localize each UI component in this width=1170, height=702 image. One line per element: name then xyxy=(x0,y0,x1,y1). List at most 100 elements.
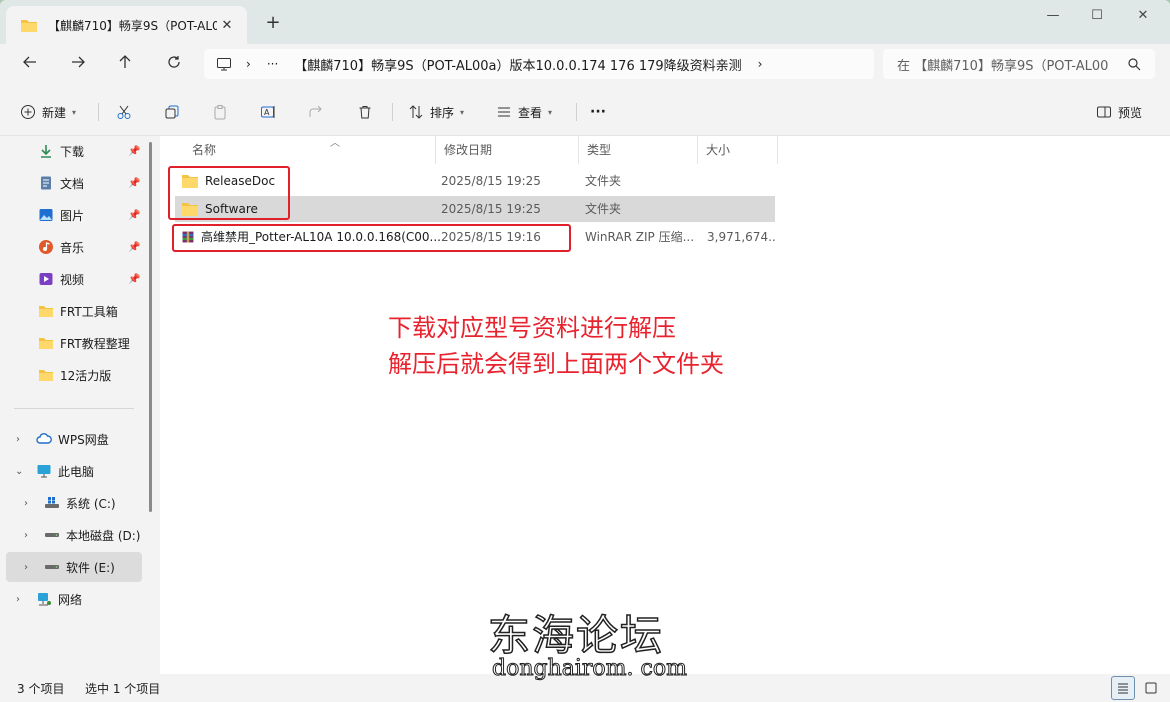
download-icon xyxy=(41,145,51,158)
share-button[interactable] xyxy=(308,99,324,125)
search-box[interactable]: 在 【麒麟710】畅享9S（POT-AL00 xyxy=(883,49,1155,79)
sidebar-item-music[interactable]: 音乐 📌 xyxy=(0,232,142,262)
file-list: 名称 ︿ 修改日期 类型 大小 ReleaseDoc 2025/8/15 19:… xyxy=(160,136,1170,674)
folder-icon xyxy=(39,306,53,317)
file-date: 2025/8/15 19:25 xyxy=(441,174,541,188)
sidebar-item-label: FRT工具箱 xyxy=(60,304,118,319)
scissors-icon xyxy=(117,105,131,119)
sidebar-item-pictures[interactable]: 图片 📌 xyxy=(0,200,142,230)
column-header-date[interactable]: 修改日期 xyxy=(436,136,579,164)
breadcrumb-chevron-icon[interactable]: › xyxy=(758,57,763,71)
copy-button[interactable] xyxy=(164,99,180,125)
sidebar-item-frt-tutorials[interactable]: FRT教程整理 xyxy=(0,328,142,358)
cut-button[interactable] xyxy=(116,99,132,125)
annotation-text-line1: 下载对应型号资料进行解压 xyxy=(388,314,676,342)
address-bar[interactable]: › ··· 【麒麟710】畅享9S（POT-AL00a）版本10.0.0.174… xyxy=(204,49,874,79)
document-icon xyxy=(41,176,51,190)
sort-button-label: 排序 xyxy=(430,105,455,120)
pin-icon: 📌 xyxy=(128,273,141,285)
sidebar-item-drive-e[interactable]: › 软件 (E:) xyxy=(6,552,142,582)
forward-button[interactable] xyxy=(63,52,93,78)
share-icon xyxy=(309,105,322,117)
close-button[interactable]: ✕ xyxy=(1120,4,1166,28)
tab-current-folder[interactable]: 【麒麟710】畅享9S（POT-AL0 ✕ xyxy=(6,6,247,44)
column-header-name[interactable]: 名称 ︿ xyxy=(184,136,436,164)
annotation-box-folders xyxy=(168,166,290,220)
drive-icon xyxy=(45,565,59,569)
drive-icon xyxy=(45,533,59,537)
column-header-size[interactable]: 大小 xyxy=(698,136,778,164)
file-size xyxy=(707,168,777,194)
selection-count: 选中 1 个项目 xyxy=(85,682,161,696)
sidebar-item-label: 软件 (E:) xyxy=(66,560,115,575)
chevron-right-icon[interactable]: › xyxy=(16,594,20,605)
sidebar-item-frt-toolbox[interactable]: FRT工具箱 xyxy=(0,296,142,326)
chevron-right-icon[interactable]: › xyxy=(24,530,28,541)
sidebar-item-12-vitality[interactable]: 12活力版 xyxy=(0,360,142,390)
pin-icon: 📌 xyxy=(128,241,141,253)
chevron-down-icon: ▾ xyxy=(72,107,77,117)
paste-icon xyxy=(214,105,226,120)
tiles-view-button[interactable] xyxy=(1139,676,1163,700)
more-options-button[interactable]: ··· xyxy=(590,99,606,125)
computer-icon xyxy=(37,465,51,478)
delete-button[interactable] xyxy=(357,99,373,125)
view-button[interactable]: 查看 ▾ xyxy=(496,99,552,125)
chevron-down-icon[interactable]: ⌄ xyxy=(15,466,23,477)
sort-ascending-icon: ︿ xyxy=(330,138,340,149)
sidebar-item-this-pc[interactable]: ⌄ 此电脑 xyxy=(0,456,142,486)
up-button[interactable] xyxy=(110,52,140,78)
pin-icon: 📌 xyxy=(128,145,141,157)
breadcrumb-overflow[interactable]: ··· xyxy=(267,57,278,71)
windows-drive-icon xyxy=(45,497,59,508)
folder-icon xyxy=(21,19,37,32)
details-view-icon xyxy=(1118,683,1128,694)
new-tab-button[interactable]: + xyxy=(262,12,284,34)
back-button[interactable] xyxy=(15,52,45,78)
refresh-button[interactable] xyxy=(159,52,189,78)
sidebar-item-label: 音乐 xyxy=(60,240,85,255)
folder-icon xyxy=(39,370,53,381)
pin-icon: 📌 xyxy=(128,209,141,221)
refresh-icon xyxy=(168,56,180,68)
column-header-type[interactable]: 类型 xyxy=(579,136,698,164)
sidebar-item-label: FRT教程整理 xyxy=(60,336,130,351)
computer-icon xyxy=(217,58,231,71)
column-header-label: 名称 xyxy=(192,143,217,157)
sidebar-item-videos[interactable]: 视频 📌 xyxy=(0,264,142,294)
breadcrumb-current-folder[interactable]: 【麒麟710】畅享9S（POT-AL00a）版本10.0.0.174 176 1… xyxy=(294,55,741,74)
preview-pane-button[interactable]: 预览 xyxy=(1096,99,1142,125)
chevron-right-icon[interactable]: › xyxy=(24,498,28,509)
sidebar-item-documents[interactable]: 文档 📌 xyxy=(0,168,142,198)
cloud-icon xyxy=(36,433,52,444)
sidebar-item-network[interactable]: › 网络 xyxy=(0,584,142,614)
tab-close-icon[interactable]: ✕ xyxy=(217,18,237,33)
folder-icon xyxy=(39,338,53,349)
toolbar-divider xyxy=(392,103,393,121)
file-explorer-window: 【麒麟710】畅享9S（POT-AL0 ✕ + — ☐ ✕ › ··· 【麒麟7… xyxy=(0,0,1170,702)
details-view-button[interactable] xyxy=(1111,676,1135,700)
sidebar-item-wps-cloud[interactable]: › WPS网盘 xyxy=(0,424,142,454)
sidebar-item-label: WPS网盘 xyxy=(58,432,109,447)
new-button-label: 新建 xyxy=(42,105,67,120)
chevron-right-icon[interactable]: › xyxy=(16,434,20,445)
rename-icon: A xyxy=(261,106,275,118)
tab-strip: 【麒麟710】畅享9S（POT-AL0 ✕ + — ☐ ✕ xyxy=(0,0,1170,44)
toolbar-divider xyxy=(576,103,577,121)
sidebar-item-downloads[interactable]: 下载 📌 xyxy=(0,136,142,166)
maximize-button[interactable]: ☐ xyxy=(1074,4,1120,28)
paste-button[interactable] xyxy=(212,99,228,125)
minimize-button[interactable]: — xyxy=(1030,4,1076,28)
sidebar-item-drive-c[interactable]: › 系统 (C:) xyxy=(0,488,142,518)
new-button[interactable]: 新建 ▾ xyxy=(20,99,76,125)
search-input[interactable]: 在 【麒麟710】畅享9S（POT-AL00 xyxy=(897,55,1119,74)
sort-button[interactable]: 排序 ▾ xyxy=(408,99,464,125)
arrow-left-icon xyxy=(23,56,36,68)
command-bar: 新建 ▾ A 排序 ▾ 查看 ▾ ··· 预览 xyxy=(0,86,1170,136)
sidebar-scrollbar[interactable] xyxy=(149,142,152,512)
rename-button[interactable]: A xyxy=(260,99,276,125)
file-date: 2025/8/15 19:25 xyxy=(441,202,541,216)
watermark-chinese: 东海论坛 xyxy=(487,610,665,661)
chevron-right-icon[interactable]: › xyxy=(24,562,28,573)
sidebar-item-drive-d[interactable]: › 本地磁盘 (D:) xyxy=(0,520,142,550)
